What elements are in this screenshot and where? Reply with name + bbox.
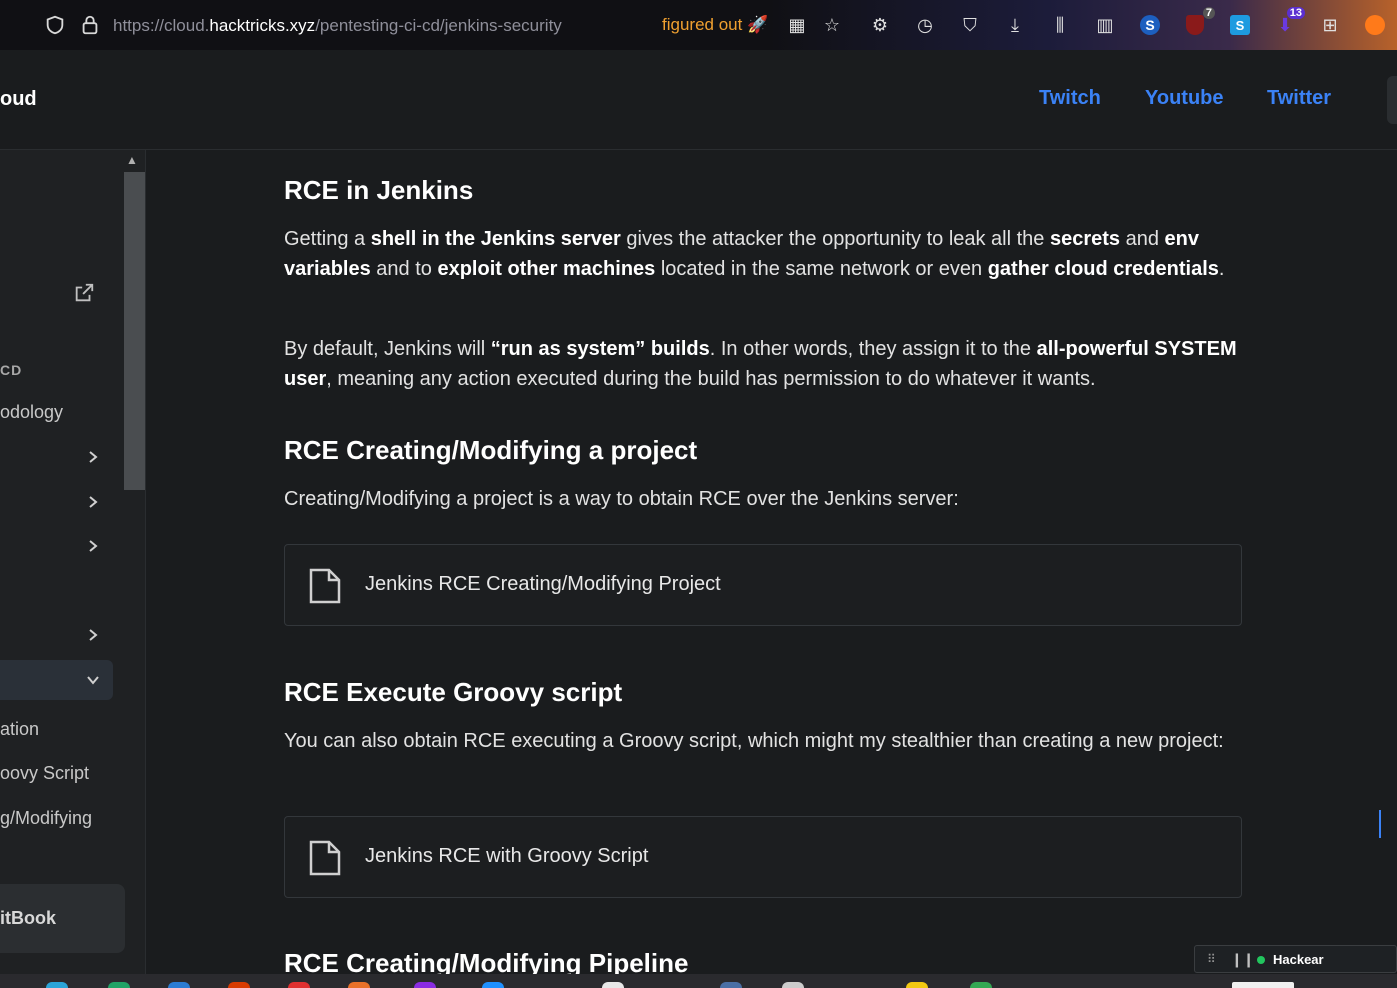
taskbar-app-icon[interactable] [288,982,310,988]
taskbar-app-icon[interactable] [906,982,928,988]
hackear-label: Hackear [1273,952,1324,967]
taskbar [0,974,1397,988]
skype-extension-icon[interactable]: S [1228,13,1252,37]
taskbar-app-icon[interactable] [228,982,250,988]
paragraph-run-as-system: By default, Jenkins will “run as system”… [284,338,1237,390]
rocket-icon: 🚀 [747,15,769,34]
url-bar[interactable]: https://cloud.hacktricks.xyz/pentesting-… [113,16,562,36]
taskbar-app-icon[interactable] [168,982,190,988]
powered-by-gitbook[interactable]: itBook [0,884,125,953]
hackear-widget[interactable]: ⠿ ❙❙ Hackear [1194,945,1397,973]
chevron-right-icon[interactable] [86,495,100,509]
browser-toolbar: https://cloud.hacktricks.xyz/pentesting-… [0,0,1397,50]
scroll-up-arrow-icon[interactable]: ▲ [126,153,142,167]
firefox-menu-icon[interactable] [1363,13,1387,37]
document-icon [309,840,341,876]
sidebar-item-methodology[interactable]: odology [0,402,63,423]
taskbar-app-icon[interactable] [970,982,992,988]
twitter-link[interactable]: Twitter [1267,87,1331,110]
library-icon[interactable]: ⫼ [1048,13,1072,37]
sidebar-scrollbar-thumb[interactable] [124,172,145,490]
page-link-card-project[interactable]: Jenkins RCE Creating/Modifying Project [284,544,1242,626]
taskbar-app-icon[interactable] [46,982,68,988]
history-clock-icon[interactable]: ◷ [913,13,937,37]
chevron-right-icon[interactable] [86,450,100,464]
paragraph-groovy: You can also obtain RCE executing a Groo… [284,730,1224,752]
taskbar-app-icon[interactable] [108,982,130,988]
ublock-icon[interactable]: 7 [1183,7,1215,37]
figured-out-extension[interactable]: figured out 🚀 [662,15,768,35]
shield-icon[interactable] [44,14,66,36]
status-dot [1257,956,1265,964]
sidebar-section-title: CD [0,362,23,378]
extensions-puzzle-icon[interactable]: ⊞ [1318,13,1342,37]
taskbar-app-icon[interactable] [1232,982,1294,988]
text-cursor [1379,810,1381,838]
sidebar: ▲ CD odology ation oovy Script g/Modifyi… [0,150,146,988]
youtube-link[interactable]: Youtube [1145,87,1224,110]
download-icon[interactable]: ⤓ [1003,13,1027,37]
search-button-edge[interactable] [1387,76,1397,124]
bookmark-star-icon[interactable]: ☆ [820,13,844,37]
external-link-icon[interactable] [73,282,95,304]
heading-rce-groovy: RCE Execute Groovy script [284,677,623,707]
site-title[interactable]: oud [0,88,37,111]
arrow-down-extension-icon[interactable]: ⬇ 13 [1273,7,1305,37]
extension-badge: 13 [1286,7,1305,19]
sidebar-item-modifying[interactable]: g/Modifying [0,808,92,829]
card-label: Jenkins RCE Creating/Modifying Project [365,573,721,595]
sidebar-item-groovy-script[interactable]: oovy Script [0,763,89,784]
lock-icon[interactable] [79,14,101,36]
chevron-down-icon[interactable] [86,673,100,687]
taskbar-app-icon[interactable] [720,982,742,988]
taskbar-app-icon[interactable] [782,982,804,988]
taskbar-app-icon[interactable] [482,982,504,988]
pause-icon[interactable]: ❙❙ [1231,951,1254,968]
sidebar-item-ation[interactable]: ation [0,719,39,740]
s-extension-icon[interactable]: S [1138,13,1162,37]
heading-rce-project: RCE Creating/Modifying a project [284,435,698,465]
taskbar-app-icon[interactable] [602,982,624,988]
paragraph-project: Creating/Modifying a project is a way to… [284,488,959,510]
paragraph-shell: Getting a shell in the Jenkins server gi… [284,228,1225,280]
pocket-icon[interactable]: ⛉ [958,13,982,37]
site-header: oud Twitch Youtube Twitter [0,50,1397,150]
taskbar-app-icon[interactable] [414,982,436,988]
sidebar-item-active[interactable] [0,660,113,700]
document-icon [309,568,341,604]
gear-icon[interactable]: ⚙ [868,13,892,37]
chevron-right-icon[interactable] [86,539,100,553]
taskbar-app-icon[interactable] [348,982,370,988]
page-link-card-groovy[interactable]: Jenkins RCE with Groovy Script [284,816,1242,898]
ublock-badge: 7 [1202,7,1215,19]
heading-rce-in-jenkins: RCE in Jenkins [284,175,474,205]
qr-grid-icon[interactable]: ▦ [785,13,809,37]
sidebar-icon[interactable]: ▥ [1093,13,1117,37]
gitbook-label: itBook [0,908,56,928]
chevron-right-icon[interactable] [86,628,100,642]
card-label: Jenkins RCE with Groovy Script [365,845,649,867]
twitch-link[interactable]: Twitch [1039,87,1101,110]
drag-grip-icon[interactable]: ⠿ [1207,952,1219,968]
